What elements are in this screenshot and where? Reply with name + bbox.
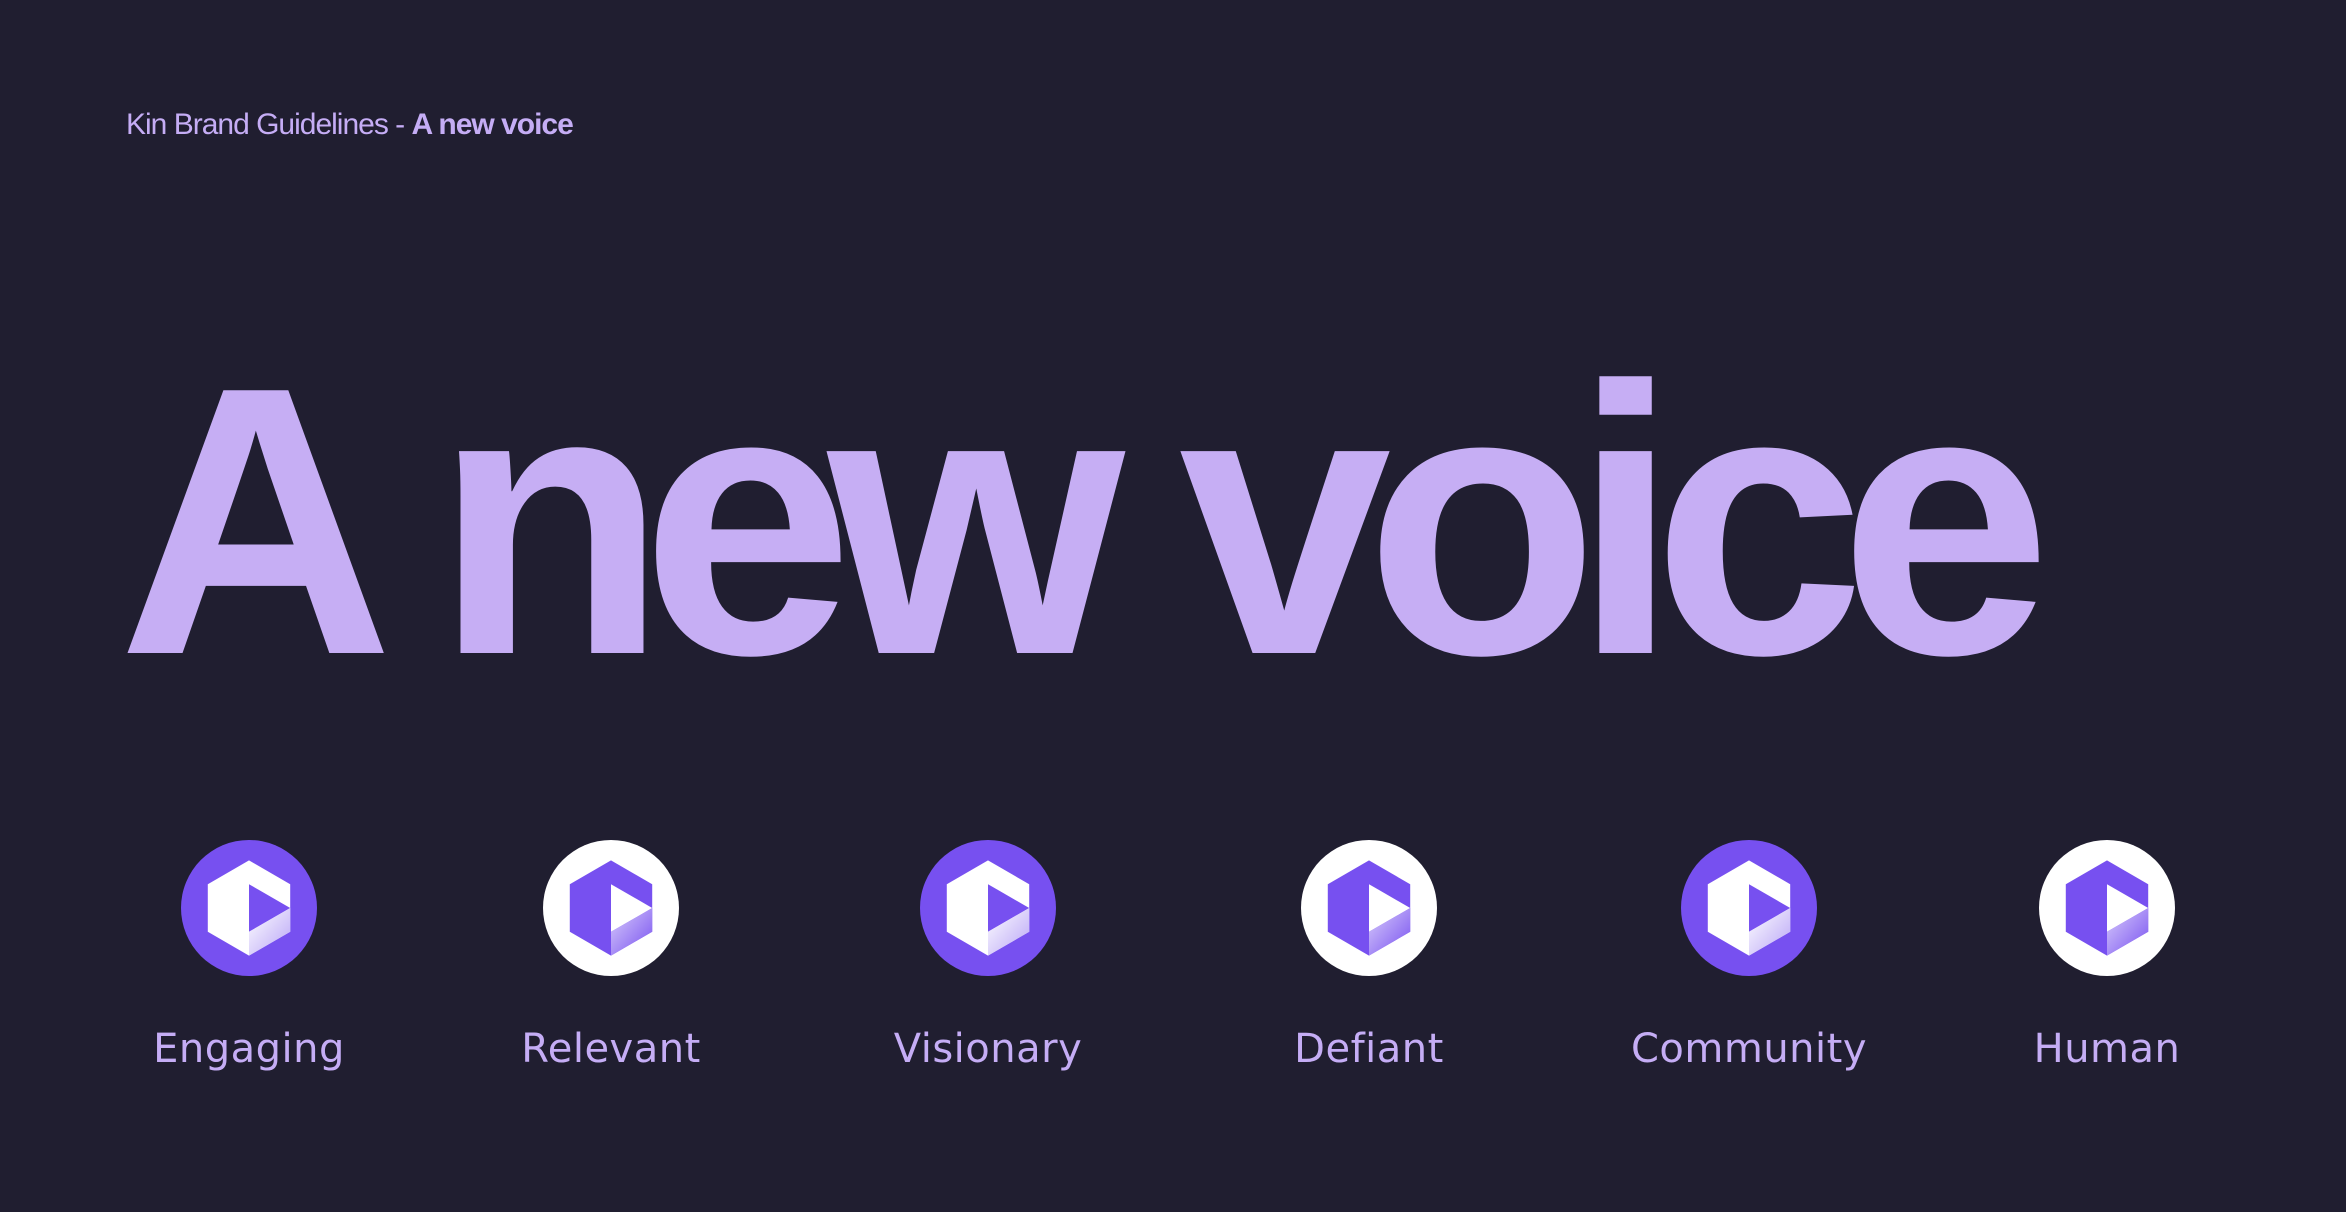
kin-logo-icon — [1301, 840, 1437, 976]
header-emphasis: A new voice — [411, 108, 574, 141]
value-label: Community — [1630, 1026, 1867, 1072]
value-community: Community — [1629, 840, 1869, 1072]
value-relevant: Relevant — [491, 840, 731, 1072]
kin-logo-icon — [543, 840, 679, 976]
kin-logo-icon — [920, 840, 1056, 976]
value-label: Human — [2033, 1026, 2181, 1072]
kin-logo-icon — [181, 840, 317, 976]
hero-title: A new voice — [118, 307, 2052, 734]
value-defiant: Defiant — [1249, 840, 1489, 1072]
kin-logo-icon — [2039, 840, 2175, 976]
value-human: Human — [1987, 840, 2227, 1072]
value-label: Visionary — [893, 1026, 1083, 1072]
value-label: Defiant — [1294, 1026, 1444, 1072]
header-prefix: Kin Brand Guidelines - — [126, 108, 412, 141]
value-label: Engaging — [153, 1026, 345, 1072]
value-label: Relevant — [521, 1026, 701, 1072]
document-header: Kin Brand Guidelines - A new voice — [126, 108, 574, 142]
value-visionary: Visionary — [868, 840, 1108, 1072]
kin-logo-icon — [1681, 840, 1817, 976]
value-engaging: Engaging — [129, 840, 369, 1072]
